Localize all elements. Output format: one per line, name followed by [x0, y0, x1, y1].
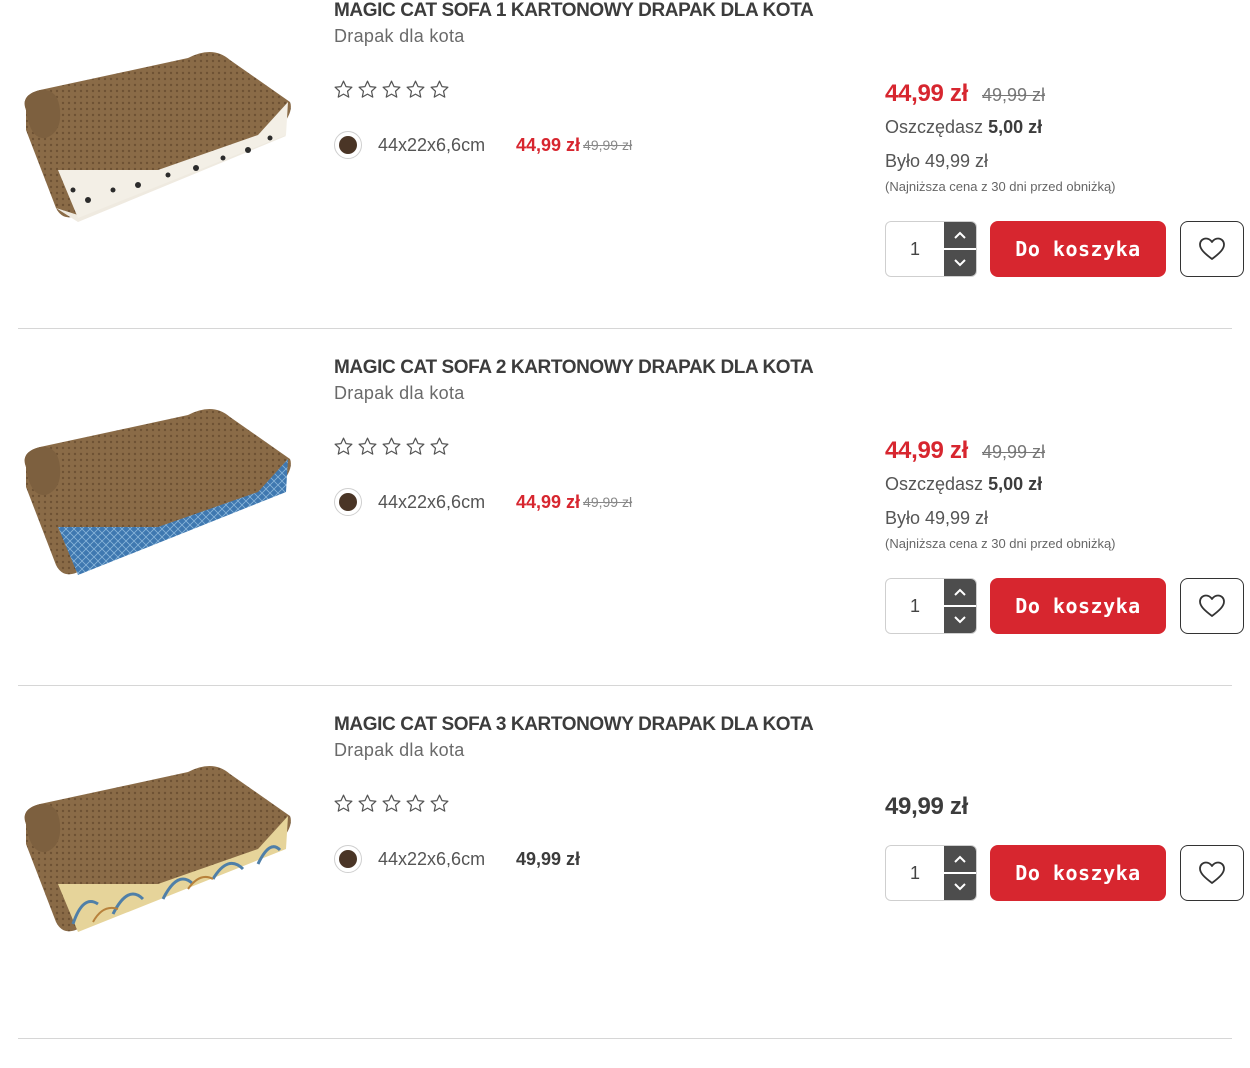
savings-label: Oszczędasz	[885, 474, 984, 494]
price-block: 44,99 zł 49,99 zł	[885, 80, 1045, 108]
star-empty-icon	[358, 794, 377, 812]
product-card: MAGIC CAT SOFA 3 KARTONOWY DRAPAK DLA KO…	[0, 714, 1250, 1044]
rating-stars[interactable]	[333, 79, 450, 100]
quantity-decrease-button[interactable]	[944, 872, 976, 900]
star-empty-icon	[358, 80, 377, 98]
price-block: 44,99 zł 49,99 zł	[885, 437, 1045, 465]
color-swatch	[339, 136, 357, 154]
variant-radio[interactable]	[334, 131, 362, 159]
star-empty-icon	[430, 794, 449, 812]
divider	[18, 328, 1232, 329]
product-title[interactable]: MAGIC CAT SOFA 2 KARTONOWY DRAPAK DLA KO…	[334, 357, 814, 379]
quantity-decrease-button[interactable]	[944, 248, 976, 276]
color-swatch	[339, 493, 357, 511]
star-empty-icon	[406, 437, 425, 455]
heart-icon	[1199, 237, 1225, 260]
savings-text: Oszczędasz 5,00 zł	[885, 474, 1042, 495]
variant-option[interactable]: 44x22x6,6cm 44,99 zł 49,99 zł	[334, 488, 632, 516]
quantity-increase-button[interactable]	[944, 222, 976, 248]
variant-price: 44,99 zł	[516, 134, 581, 155]
variant-price: 44,99 zł	[516, 491, 581, 512]
product-subtitle: Drapak dla kota	[334, 383, 465, 403]
savings-value: 5,00 zł	[988, 474, 1043, 494]
divider	[18, 685, 1232, 686]
quantity-input[interactable]: 1	[886, 846, 944, 900]
star-empty-icon	[382, 80, 401, 98]
variant-size: 44x22x6,6cm	[378, 848, 486, 869]
previous-price-text: Było 49,99 zł	[885, 151, 989, 171]
star-empty-icon	[406, 794, 425, 812]
star-empty-icon	[430, 437, 449, 455]
quantity-increase-button[interactable]	[944, 579, 976, 605]
price-block: 49,99 zł	[885, 793, 968, 821]
product-image[interactable]	[18, 397, 294, 597]
product-card: MAGIC CAT SOFA 1 KARTONOWY DRAPAK DLA KO…	[0, 0, 1250, 330]
product-title[interactable]: MAGIC CAT SOFA 1 KARTONOWY DRAPAK DLA KO…	[334, 0, 814, 22]
heart-icon	[1199, 594, 1225, 617]
variant-size: 44x22x6,6cm	[378, 491, 486, 512]
rating-stars[interactable]	[333, 436, 450, 457]
add-to-cart-button[interactable]: Do koszyka	[990, 845, 1166, 901]
lowest-price-note: (Najniższa cena z 30 dni przed obniżką)	[885, 536, 1116, 551]
product-subtitle: Drapak dla kota	[334, 740, 465, 760]
variant-radio[interactable]	[334, 488, 362, 516]
quantity-increase-button[interactable]	[944, 846, 976, 872]
chevron-down-icon	[954, 883, 966, 891]
variant-old-price: 49,99 zł	[583, 494, 633, 510]
star-empty-icon	[430, 80, 449, 98]
rating-stars[interactable]	[333, 793, 450, 814]
quantity-stepper[interactable]: 1	[885, 578, 977, 634]
product-image[interactable]	[18, 754, 294, 954]
current-price: 49,99 zł	[885, 793, 968, 820]
chevron-down-icon	[954, 259, 966, 267]
product-card: MAGIC CAT SOFA 2 KARTONOWY DRAPAK DLA KO…	[0, 357, 1250, 687]
star-empty-icon	[382, 437, 401, 455]
quantity-stepper[interactable]: 1	[885, 845, 977, 901]
variant-radio[interactable]	[334, 845, 362, 873]
quantity-stepper[interactable]: 1	[885, 221, 977, 277]
variant-price: 49,99 zł	[516, 848, 581, 869]
chevron-up-icon	[954, 231, 966, 239]
product-subtitle: Drapak dla kota	[334, 26, 465, 46]
savings-text: Oszczędasz 5,00 zł	[885, 117, 1042, 138]
quantity-input[interactable]: 1	[886, 222, 944, 276]
current-price: 44,99 zł	[885, 437, 968, 464]
lowest-price-note: (Najniższa cena z 30 dni przed obniżką)	[885, 179, 1116, 194]
savings-value: 5,00 zł	[988, 117, 1043, 137]
product-title[interactable]: MAGIC CAT SOFA 3 KARTONOWY DRAPAK DLA KO…	[334, 714, 814, 736]
wishlist-button[interactable]	[1180, 845, 1244, 901]
savings-label: Oszczędasz	[885, 117, 984, 137]
heart-icon	[1199, 861, 1225, 884]
variant-size: 44x22x6,6cm	[378, 134, 486, 155]
star-empty-icon	[334, 80, 353, 98]
quantity-input[interactable]: 1	[886, 579, 944, 633]
variant-option[interactable]: 44x22x6,6cm 49,99 zł	[334, 845, 580, 873]
add-to-cart-button[interactable]: Do koszyka	[990, 578, 1166, 634]
variant-option[interactable]: 44x22x6,6cm 44,99 zł 49,99 zł	[334, 131, 632, 159]
color-swatch	[339, 850, 357, 868]
star-empty-icon	[382, 794, 401, 812]
star-empty-icon	[334, 794, 353, 812]
old-price: 49,99 zł	[982, 85, 1046, 105]
star-empty-icon	[334, 437, 353, 455]
chevron-down-icon	[954, 616, 966, 624]
add-to-cart-button[interactable]: Do koszyka	[990, 221, 1166, 277]
chevron-up-icon	[954, 855, 966, 863]
chevron-up-icon	[954, 588, 966, 596]
wishlist-button[interactable]	[1180, 221, 1244, 277]
quantity-decrease-button[interactable]	[944, 605, 976, 633]
old-price: 49,99 zł	[982, 442, 1046, 462]
current-price: 44,99 zł	[885, 80, 968, 107]
wishlist-button[interactable]	[1180, 578, 1244, 634]
previous-price-text: Było 49,99 zł	[885, 508, 989, 528]
variant-old-price: 49,99 zł	[583, 137, 633, 153]
star-empty-icon	[406, 80, 425, 98]
product-image[interactable]	[18, 40, 294, 240]
star-empty-icon	[358, 437, 377, 455]
divider	[18, 1038, 1232, 1039]
